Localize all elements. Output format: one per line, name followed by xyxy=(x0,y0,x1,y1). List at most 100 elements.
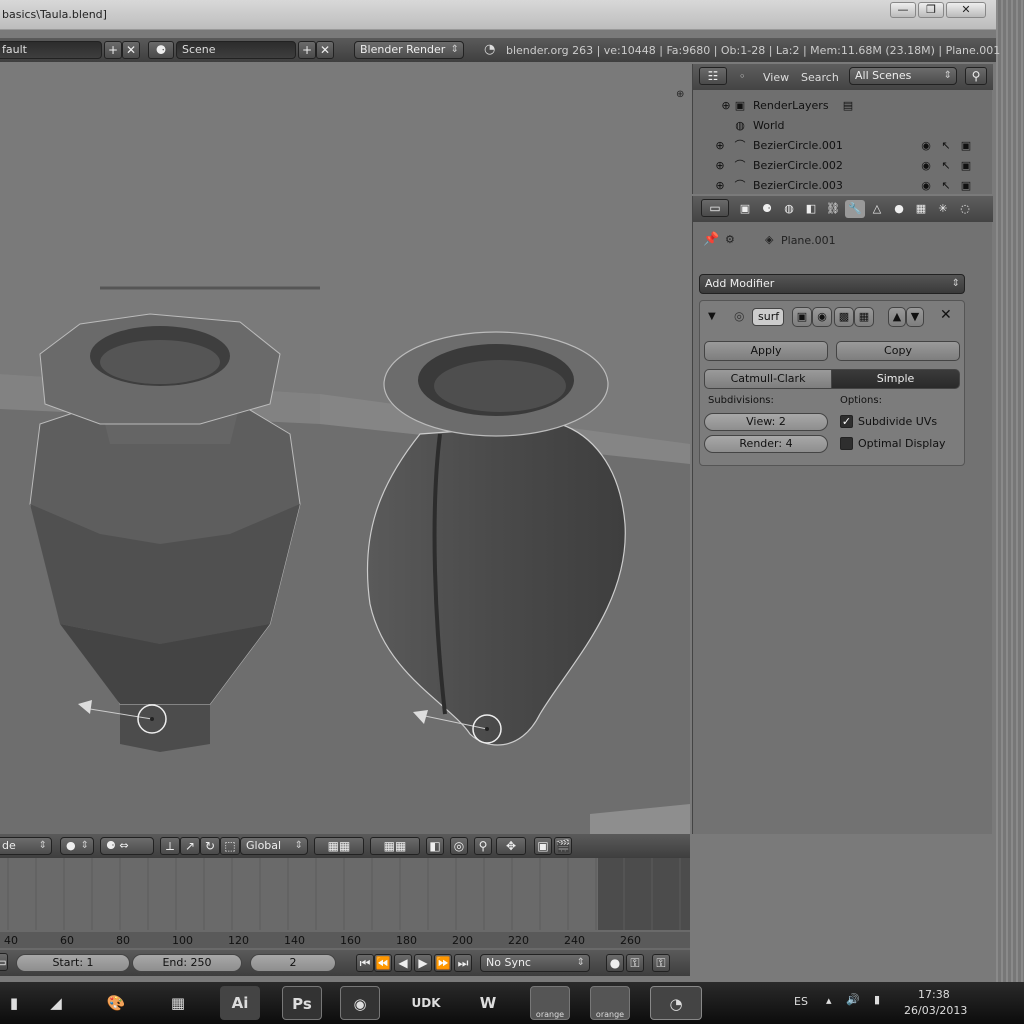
network-icon[interactable]: ▮ xyxy=(874,993,880,1006)
timeline[interactable]: 40 60 80 100 120 140 160 180 200 220 240 260 xyxy=(0,858,690,950)
render-tab-icon[interactable]: ▣ xyxy=(735,200,755,218)
view-menu[interactable]: View xyxy=(763,71,789,84)
scene-field[interactable]: Scene xyxy=(176,41,296,59)
orange-icon[interactable]: orange xyxy=(530,986,570,1020)
illustrator-icon[interactable]: Ai xyxy=(220,986,260,1020)
prev-keyframe-icon[interactable]: ⏪ xyxy=(374,954,392,972)
snap-element-icon[interactable]: ✥ xyxy=(496,837,526,855)
cage-toggle-icon[interactable]: ▦ xyxy=(854,307,874,327)
outliner-row[interactable]: ⊕ ⌒ BezierCircle.001 ◉ ↖ ▣ xyxy=(693,136,983,156)
texture-tab-icon[interactable]: ▦ xyxy=(911,200,931,218)
blender-icon[interactable]: ◔ xyxy=(650,986,702,1020)
tray-arrow-icon[interactable]: ▴ xyxy=(826,994,832,1007)
render-toggle-icon[interactable]: ▣ xyxy=(792,307,812,327)
jump-end-icon[interactable]: ⏭ xyxy=(454,954,472,972)
physics-tab-icon[interactable]: ◌ xyxy=(955,200,975,218)
pin-icon[interactable]: 📌 xyxy=(703,232,719,247)
render-engine-select[interactable]: Blender Render xyxy=(354,41,464,59)
optimal-display-checkbox[interactable] xyxy=(840,437,853,450)
view-levels-field[interactable]: View: 2 xyxy=(704,413,828,431)
snap-icon[interactable]: ⚲ xyxy=(474,837,492,855)
add-modifier-select[interactable]: Add Modifier xyxy=(699,274,965,294)
photo-app-icon[interactable]: ◢ xyxy=(36,986,76,1020)
firefox-icon[interactable]: ◉ xyxy=(340,986,380,1020)
render-opengl-icon[interactable]: ▣ xyxy=(534,837,552,855)
remove-scene-button[interactable]: ✕ xyxy=(316,41,334,59)
data-tab-icon[interactable]: △ xyxy=(867,200,887,218)
modifiers-tab-icon[interactable]: 🔧 xyxy=(845,200,865,218)
expand-icon[interactable]: ⊕ xyxy=(713,159,727,173)
scale-icon[interactable]: ⬚ xyxy=(220,837,240,855)
mode-select[interactable]: de xyxy=(0,837,52,855)
outliner-display-icon[interactable]: ◦ xyxy=(739,70,746,83)
layers-a-icon[interactable]: ▦▦ xyxy=(314,837,364,855)
outliner-row[interactable]: ⊕ ⌒ BezierCircle.003 ◉ ↖ ▣ xyxy=(693,176,983,194)
material-tab-icon[interactable]: ● xyxy=(889,200,909,218)
minimize-button[interactable]: — xyxy=(890,2,916,18)
sync-select[interactable]: No Sync xyxy=(480,954,590,972)
volume-icon[interactable]: 🔊 xyxy=(846,993,860,1006)
editmode-toggle-icon[interactable]: ▩ xyxy=(834,307,854,327)
object-tab-icon[interactable]: ◧ xyxy=(801,200,821,218)
word-icon[interactable]: W xyxy=(468,986,508,1020)
render-levels-field[interactable]: Render: 4 xyxy=(704,435,828,453)
remove-modifier-icon[interactable]: ✕ xyxy=(940,307,952,323)
add-layout-button[interactable]: + xyxy=(104,41,122,59)
eye-icon[interactable]: ◉ xyxy=(919,139,933,153)
cursor-icon[interactable]: ↖ xyxy=(939,139,953,153)
layers-b-icon[interactable]: ▦▦ xyxy=(370,837,420,855)
expand-icon[interactable]: ⊕ xyxy=(713,139,727,153)
copy-button[interactable]: Copy xyxy=(836,341,960,361)
camera-icon[interactable]: ▣ xyxy=(959,139,973,153)
play-icon[interactable]: ▶ xyxy=(414,954,432,972)
search-menu[interactable]: Search xyxy=(801,71,839,84)
move-up-icon[interactable]: ▲ xyxy=(888,307,906,327)
outliner-row[interactable]: ◍ World xyxy=(693,116,983,136)
eye-icon[interactable]: ◉ xyxy=(812,307,832,327)
scene-tab-icon[interactable]: ⚈ xyxy=(757,200,777,218)
pivot-select[interactable]: ⚈ ⇔ xyxy=(100,837,154,855)
modifier-name-field[interactable]: surf xyxy=(752,308,784,326)
start-button-icon[interactable]: ▮ xyxy=(0,986,34,1020)
layout-field[interactable]: fault xyxy=(0,41,102,59)
photoshop-icon[interactable]: Ps xyxy=(282,986,322,1020)
udk-icon[interactable]: UDK xyxy=(406,986,446,1020)
editor-type-icon[interactable]: ☷ xyxy=(699,67,727,85)
play-reverse-icon[interactable]: ◀ xyxy=(394,954,412,972)
maximize-button[interactable]: ❐ xyxy=(918,2,944,18)
start-frame-field[interactable]: Start: 1 xyxy=(16,954,130,972)
outliner-row[interactable]: ⊕ ▣ RenderLayers ▤ xyxy=(693,96,983,116)
clock-time[interactable]: 17:38 xyxy=(918,988,950,1001)
expand-icon[interactable]: ⊕ xyxy=(719,99,733,113)
paint-icon[interactable]: 🎨 xyxy=(96,986,136,1020)
eye-icon[interactable]: ◉ xyxy=(919,179,933,193)
outliner-row[interactable]: ⊕ ⌒ BezierCircle.002 ◉ ↖ ▣ xyxy=(693,156,983,176)
orientation-select[interactable]: Global xyxy=(240,837,308,855)
end-frame-field[interactable]: End: 250 xyxy=(132,954,242,972)
shading-select[interactable]: ● xyxy=(60,837,94,855)
simple-option[interactable]: Simple xyxy=(831,369,960,389)
eye-icon[interactable]: ◉ xyxy=(919,159,933,173)
scene-icon[interactable]: ⚈ xyxy=(148,41,174,59)
camera-icon[interactable]: ▣ xyxy=(959,179,973,193)
remove-layout-button[interactable]: ✕ xyxy=(122,41,140,59)
manipulator-icon[interactable]: ⟂ xyxy=(160,837,180,855)
collapse-icon[interactable]: ▼ xyxy=(708,311,716,322)
cursor-icon[interactable]: ↖ xyxy=(939,159,953,173)
render-anim-icon[interactable]: 🎬 xyxy=(554,837,572,855)
keyframe-insert-icon[interactable]: ⚿ xyxy=(652,954,670,972)
constraints-tab-icon[interactable]: ⛓ xyxy=(823,200,843,218)
apply-button[interactable]: Apply xyxy=(704,341,828,361)
expand-icon[interactable]: ⊕ xyxy=(713,179,727,193)
orange-icon[interactable]: orange xyxy=(590,986,630,1020)
cursor-icon[interactable]: ↖ xyxy=(939,179,953,193)
search-icon[interactable]: ⚲ xyxy=(965,67,987,85)
next-keyframe-icon[interactable]: ⏩ xyxy=(434,954,452,972)
keying-set-icon[interactable]: ⚿ xyxy=(626,954,644,972)
world-tab-icon[interactable]: ◍ xyxy=(779,200,799,218)
lock-layers-icon[interactable]: ◧ xyxy=(426,837,444,855)
subdivide-uvs-checkbox[interactable]: ✓ xyxy=(840,415,853,428)
clock-date[interactable]: 26/03/2013 xyxy=(904,1004,967,1017)
rotate-icon[interactable]: ↻ xyxy=(200,837,220,855)
move-down-icon[interactable]: ▼ xyxy=(906,307,924,327)
